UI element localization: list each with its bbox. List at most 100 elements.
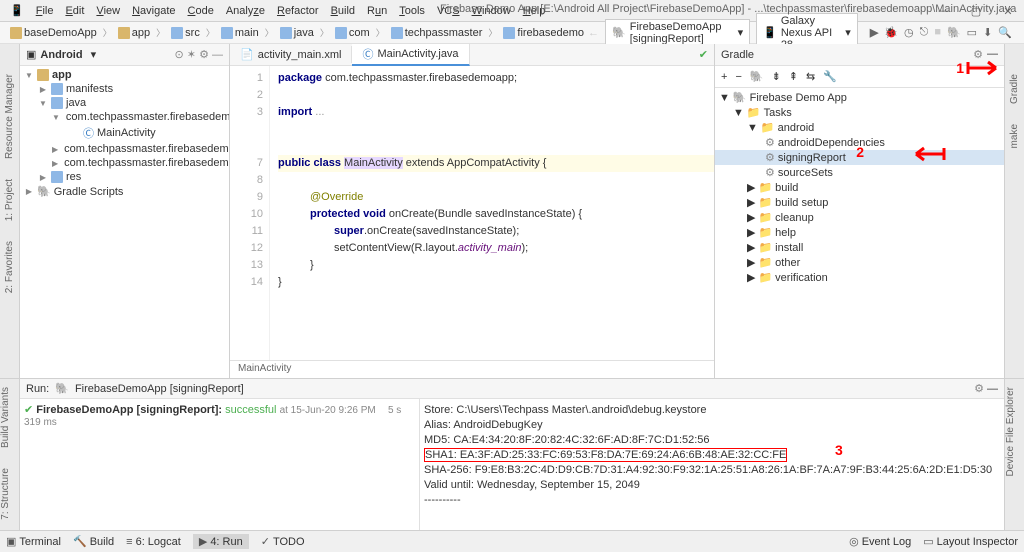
sdk-button[interactable]: ⬇ [983,26,992,39]
gradle-group-other[interactable]: ▶📁other [715,255,1004,270]
gradle-root[interactable]: ▼🐘Firebase Demo App [715,90,1004,105]
sidebar-structure[interactable]: 7: Structure [0,468,11,520]
gradle-group-buildsetup[interactable]: ▶📁build setup [715,195,1004,210]
run-config-name: FirebaseDemoApp [signingReport] [75,383,244,395]
run-label: Run: [26,383,49,395]
annotation-3: 3 [835,442,843,458]
editor-breadcrumb[interactable]: MainActivity [230,360,714,378]
tree-mainactivity[interactable]: ⒸMainActivity [20,124,229,142]
gradle-hide-icon[interactable]: — [987,48,998,61]
wrench-icon[interactable]: 🔧 [823,70,837,83]
gradle-tasks[interactable]: ▼📁Tasks [715,105,1004,120]
gradle-group-cleanup[interactable]: ▶📁cleanup [715,210,1004,225]
status-todo[interactable]: ✓ TODO [261,535,305,548]
run-tree: ✔ FirebaseDemoApp [signingReport]: succe… [20,399,420,530]
status-bar: ▣ Terminal 🔨 Build ≡ 6: Logcat ▶ 4: Run … [0,530,1024,552]
sha1-highlight: SHA1: EA:3F:AD:25:33:FC:69:53:F8:DA:7E:6… [424,448,787,462]
status-logcat[interactable]: ≡ 6: Logcat [126,536,181,548]
editor: 📄activity_main.xml ⒸMainActivity.java ✔ … [230,44,714,378]
gradle-toggle-icon[interactable]: ⇆ [806,70,815,83]
menu-view[interactable]: View [90,3,126,19]
window-minimize[interactable]: — [928,0,960,22]
project-settings-icon[interactable]: ⊙ ✶ ⚙ — [175,48,223,61]
annotation-1: 1 [956,60,964,76]
sidebar-resource-manager[interactable]: Resource Manager [4,74,15,159]
attach-button[interactable]: ⎋ [920,26,929,39]
gradle-settings-icon[interactable]: ⚙ [973,48,983,61]
menu-run[interactable]: Run [361,3,393,19]
menu-build[interactable]: Build [325,3,361,19]
success-icon: ✔ [24,404,33,416]
gradle-group-install[interactable]: ▶📁install [715,240,1004,255]
status-run[interactable]: ▶ 4: Run [193,534,249,549]
gradle-android-group[interactable]: ▼📁android [715,120,1004,135]
tree-gradle-scripts[interactable]: ▶🐘Gradle Scripts [20,184,229,199]
gradle-collapse-icon[interactable]: ⇞ [789,70,798,83]
run-settings-icon[interactable]: ⚙ [974,383,984,395]
status-layout-inspector[interactable]: ▭ Layout Inspector [923,535,1018,548]
back-icon[interactable]: ← [588,27,599,39]
navigation-bar: baseDemoApp〉 app〉 src〉 main〉 java〉 com〉 … [0,22,1024,44]
android-view-icon: ▣ [26,48,36,61]
project-tool-window: ▣ Android ▾ ⊙ ✶ ⚙ — ▼app ▶manifests ▼jav… [20,44,230,378]
status-eventlog[interactable]: ◎ Event Log [849,535,911,548]
gradle-group-build[interactable]: ▶📁build [715,180,1004,195]
gradle-icon: 🐘 [612,26,626,39]
tree-java[interactable]: ▼java [20,96,229,110]
sync-button[interactable]: 🐘 [947,26,961,39]
breadcrumb[interactable]: baseDemoApp〉 app〉 src〉 main〉 java〉 com〉 … [6,26,588,40]
tree-manifests[interactable]: ▶manifests [20,82,229,96]
run-hide-icon[interactable]: — [987,383,998,395]
class-icon: Ⓒ [362,46,373,62]
tree-pkg-test[interactable]: ▶com.techpassmaster.firebasedemoapp (te [20,156,229,170]
gradle-group-help[interactable]: ▶📁help [715,225,1004,240]
gradle-group-verification[interactable]: ▶📁verification [715,270,1004,285]
avd-button[interactable]: ▭ [967,26,977,39]
menu-navigate[interactable]: Navigate [126,3,181,19]
debug-button[interactable]: 🐞 [884,26,898,39]
gradle-execute-icon[interactable]: 🐘 [750,70,764,83]
menu-tools[interactable]: Tools [393,3,431,19]
sidebar-make[interactable]: make [1009,124,1020,148]
run-tool-window: Build Variants 7: Structure Run: 🐘 Fireb… [0,378,1024,530]
annotation-2: 2 [856,144,864,160]
xml-file-icon: 📄 [240,48,254,61]
stop-button[interactable]: ■ [934,26,941,39]
run-config-selector[interactable]: 🐘 FirebaseDemoApp [signingReport]▾ [605,19,750,47]
status-terminal[interactable]: ▣ Terminal [6,535,61,548]
window-close[interactable]: ✕ [992,0,1024,22]
sidebar-project[interactable]: 1: Project [4,179,15,221]
status-build[interactable]: 🔨 Build [73,535,114,548]
sidebar-build-variants[interactable]: Build Variants [0,387,11,448]
project-view-selector[interactable]: Android [40,49,82,61]
app-icon: 📱 [4,2,30,19]
gradle-detach-icon[interactable]: − [735,71,741,83]
run-status: FirebaseDemoApp [signingReport]: [36,404,222,416]
gradle-refresh-icon[interactable]: + [721,71,727,83]
tab-mainactivity-java[interactable]: ⒸMainActivity.java [352,44,469,66]
gradle-expand-icon[interactable]: ⇟ [772,70,781,83]
run-console[interactable]: Store: C:\Users\Techpass Master\.android… [420,399,1004,530]
gradle-tool-window: Gradle ⚙ — + − 🐘 ⇟ ⇞ ⇆ 🔧 ▼🐘Firebase Demo … [714,44,1004,378]
gradle-task-sourcesets[interactable]: ⚙sourceSets [715,165,1004,180]
gradle-title: Gradle [721,49,754,61]
tree-res[interactable]: ▶res [20,170,229,184]
profile-button[interactable]: ◷ [904,26,914,39]
search-icon[interactable]: 🔍 [998,26,1012,39]
menu-file[interactable]: FFileile [30,3,60,19]
tree-pkg-androidtest[interactable]: ▶com.techpassmaster.firebasedemoapp (an [20,142,229,156]
run-button[interactable]: ▶ [870,26,878,39]
menu-refactor[interactable]: Refactor [271,3,325,19]
menu-analyze[interactable]: Analyze [220,3,271,19]
sidebar-device-file-explorer[interactable]: Device File Explorer [1005,387,1016,476]
tree-pkg-main[interactable]: ▼com.techpassmaster.firebasedemoapp [20,110,229,124]
tree-app[interactable]: ▼app [20,68,229,82]
tab-activity-main-xml[interactable]: 📄activity_main.xml [230,46,352,63]
window-maximize[interactable]: ▢ [960,0,992,22]
code-area[interactable]: 123 7891011121314 package com.techpassma… [230,66,714,360]
sidebar-gradle[interactable]: Gradle [1009,74,1020,104]
menu-code[interactable]: Code [182,3,220,19]
gutter: 123 7891011121314 [230,66,270,360]
sidebar-favorites[interactable]: 2: Favorites [4,241,15,293]
menu-edit[interactable]: Edit [59,3,90,19]
